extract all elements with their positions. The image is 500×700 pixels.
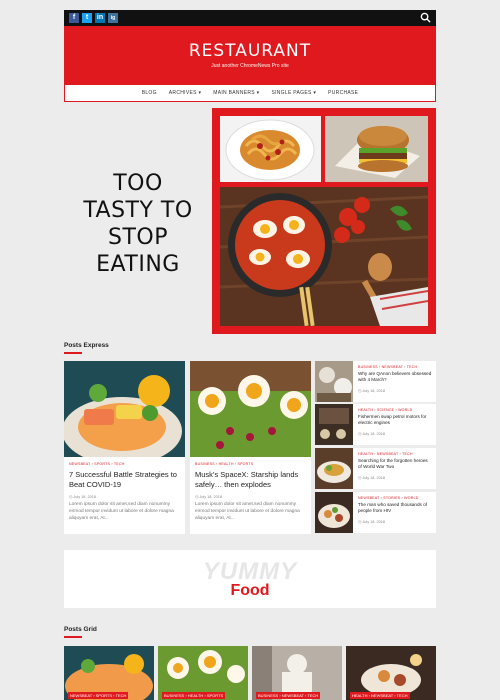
section-underline <box>64 636 82 638</box>
hero-line: STOP <box>108 225 168 250</box>
yummy-food-banner[interactable]: YUMMY Food <box>64 550 436 608</box>
post-title[interactable]: The man who saved thousands of people fr… <box>358 502 432 514</box>
post-title[interactable]: 7 Successful Battle Strategies to Beat C… <box>69 470 181 490</box>
post-title[interactable]: Why are QAnon believers obsessed with 4 … <box>358 371 432 383</box>
post-date-text: July 18, 2018 <box>73 495 96 499</box>
grid-post-tags[interactable]: HEALTH › NEWSBEAT › TECH <box>350 692 410 699</box>
post-title[interactable]: Musk’s SpaceX: Starship lands safely… th… <box>195 470 307 490</box>
post-categories[interactable]: HEALTH › NEWSBEAT › TECH <box>358 452 413 456</box>
banner-text: Food <box>230 582 270 599</box>
search-icon[interactable] <box>420 12 431 23</box>
small-post-item[interactable]: HEALTH › SCIENCE › WORLD Fishermen swap … <box>315 404 436 445</box>
posts-grid-title: Posts Grid <box>64 626 97 633</box>
post-title[interactable]: Fishermen swap petrol motors for electri… <box>358 414 432 426</box>
post-date: ◷ July 18, 2018 <box>358 476 385 480</box>
pasta-image[interactable] <box>220 116 321 182</box>
top-bar: f t in ig <box>64 10 436 26</box>
post-thumbnail[interactable] <box>315 404 353 445</box>
burger-image[interactable] <box>325 116 428 182</box>
post-categories[interactable]: NEWSBEAT › STORIES › WORLD <box>358 496 419 500</box>
nav-single-pages[interactable]: SINGLE PAGES ▾ <box>271 90 316 96</box>
nav-main-banners[interactable]: MAIN BANNERS ▾ <box>213 90 259 96</box>
post-image[interactable] <box>64 361 185 457</box>
small-post-item[interactable]: HEALTH › NEWSBEAT › TECH Searching for t… <box>315 448 436 489</box>
post-excerpt: Lorem ipsum dolor sit amet,sed diam nonu… <box>69 502 174 521</box>
grid-post-tags[interactable]: BUSINESS › NEWSBEAT › TECH <box>256 692 321 699</box>
post-date-text: July 18, 2018 <box>362 389 385 393</box>
instagram-icon[interactable]: ig <box>108 13 118 23</box>
post-categories[interactable]: BUSINESS › HEALTH › SPORTS <box>195 462 253 466</box>
main-nav: BLOG ARCHIVES ▾ MAIN BANNERS ▾ SINGLE PA… <box>64 84 436 102</box>
facebook-icon[interactable]: f <box>69 13 79 23</box>
nav-purchase[interactable]: PURCHASE <box>328 90 358 96</box>
post-date: ◷ July 18, 2018 <box>358 389 385 393</box>
small-post-item[interactable]: BUSINESS › NEWSBEAT › TECH Why are QAnon… <box>315 361 436 402</box>
grid-post-card[interactable]: HEALTH › NEWSBEAT › TECH <box>346 646 436 700</box>
small-post-item[interactable]: NEWSBEAT › STORIES › WORLD The man who s… <box>315 492 436 533</box>
hero-line: TOO <box>113 171 163 196</box>
linkedin-icon[interactable]: in <box>95 13 105 23</box>
grid-post-tags[interactable]: BUSINESS › HEALTH › SPORTS <box>162 692 226 699</box>
nav-blog[interactable]: BLOG <box>142 90 157 96</box>
post-categories[interactable]: NEWSBEAT › SPORTS › TECH <box>69 462 124 466</box>
post-thumbnail[interactable] <box>315 361 353 402</box>
hero-headline: TOO TASTY TO STOP EATING <box>64 170 212 278</box>
post-date: ◷ July 18, 2018 <box>69 495 96 499</box>
post-excerpt: Lorem ipsum dolor sit amet,sed diam nonu… <box>195 502 300 521</box>
hero-line: EATING <box>96 252 180 277</box>
post-categories[interactable]: BUSINESS › NEWSBEAT › TECH <box>358 365 417 369</box>
post-date-text: July 18, 2018 <box>362 476 385 480</box>
post-card[interactable]: BUSINESS › HEALTH › SPORTS Musk’s SpaceX… <box>190 361 311 534</box>
post-title[interactable]: Searching for the forgotten heroes of Wo… <box>358 458 432 470</box>
post-date-text: July 18, 2018 <box>362 432 385 436</box>
post-categories[interactable]: HEALTH › SCIENCE › WORLD <box>358 408 412 412</box>
posts-express-title: Posts Express <box>64 342 109 349</box>
site-tagline: Just another ChromeNews Pro site <box>211 63 289 69</box>
hero-image-collage <box>212 108 436 334</box>
twitter-icon[interactable]: t <box>82 13 92 23</box>
grid-post-card[interactable]: BUSINESS › NEWSBEAT › TECH <box>252 646 342 700</box>
nav-archives[interactable]: ARCHIVES ▾ <box>169 90 201 96</box>
shakshuka-image[interactable] <box>220 187 428 326</box>
post-date-text: July 18, 2018 <box>362 520 385 524</box>
hero-line: TASTY TO <box>83 198 193 223</box>
grid-post-card[interactable]: NEWSBEAT › SPORTS › TECH <box>64 646 154 700</box>
grid-post-tags[interactable]: NEWSBEAT › SPORTS › TECH <box>68 692 129 699</box>
post-date-text: July 18, 2018 <box>199 495 222 499</box>
post-thumbnail[interactable] <box>315 448 353 489</box>
post-thumbnail[interactable] <box>315 492 353 533</box>
site-header: RESTAURANT Just another ChromeNews Pro s… <box>64 26 436 84</box>
post-date: ◷ July 18, 2018 <box>358 520 385 524</box>
post-date: ◷ July 18, 2018 <box>358 432 385 436</box>
post-card[interactable]: NEWSBEAT › SPORTS › TECH 7 Successful Ba… <box>64 361 185 534</box>
site-title[interactable]: RESTAURANT <box>64 26 436 61</box>
section-underline <box>64 352 82 354</box>
grid-post-card[interactable]: BUSINESS › HEALTH › SPORTS <box>158 646 248 700</box>
post-date: ◷ July 18, 2018 <box>195 495 222 499</box>
post-image[interactable] <box>190 361 311 457</box>
